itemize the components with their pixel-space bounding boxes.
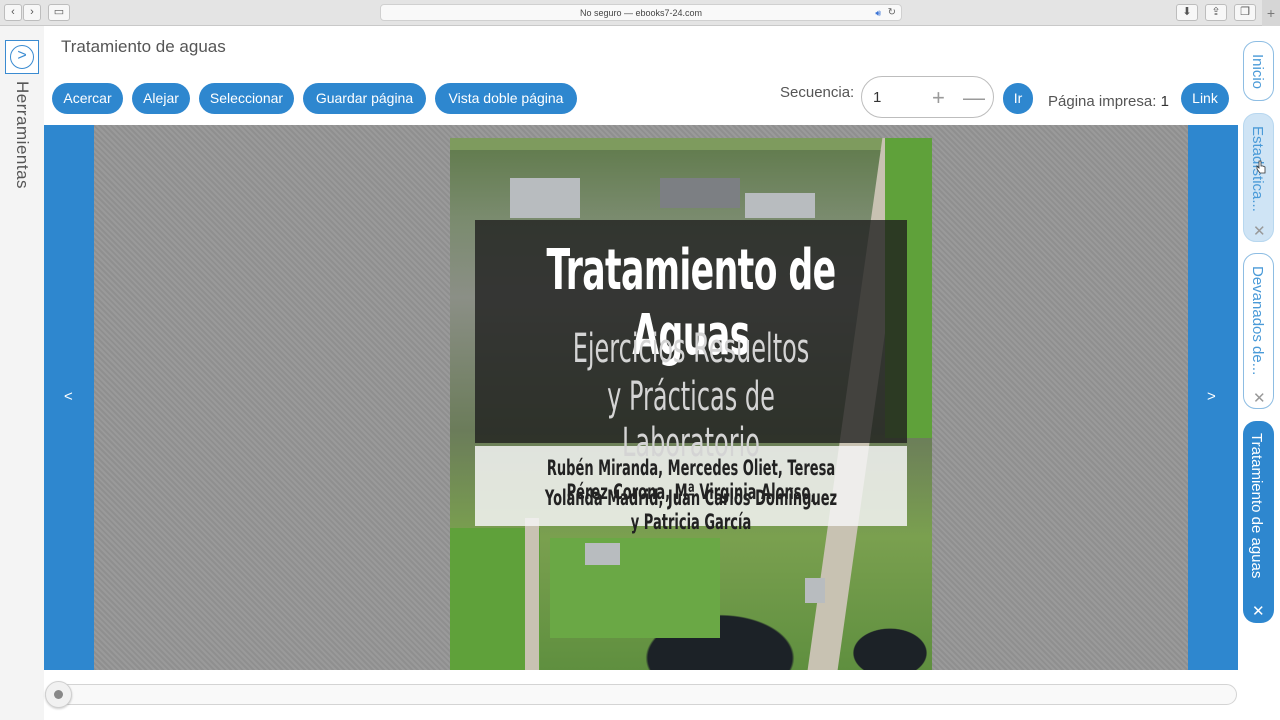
close-icon[interactable]: ✕ (1253, 222, 1266, 240)
chevron-left-icon[interactable]: ‹ (4, 4, 22, 21)
hand-cursor-icon (1256, 160, 1266, 174)
tab-label: Inicio (1249, 54, 1266, 90)
printed-page-indicator: Página impresa: 1 (1048, 93, 1169, 110)
share-icon[interactable]: ⇪ (1205, 4, 1227, 21)
printed-page-value: 1 (1160, 93, 1169, 110)
cover-subtitle-1: Ejercicios Resueltos (572, 326, 810, 372)
tabs-icon[interactable]: ❐ (1234, 4, 1256, 21)
tools-label[interactable]: Herramientas (12, 81, 32, 189)
zoom-in-button[interactable]: Acercar (52, 83, 123, 114)
chevron-right-circle-icon: > (10, 45, 34, 69)
address-bar[interactable]: No seguro — ebooks7-24.com 🔊︎ ↻ (380, 4, 902, 21)
speaker-icon[interactable]: 🔊︎ (875, 5, 881, 21)
tools-panel: > Herramientas (0, 26, 44, 720)
page-stage: Tratamiento de Aguas Ejercicios Resuelto… (94, 125, 1188, 670)
go-button[interactable]: Ir (1003, 83, 1033, 114)
tools-toggle-button[interactable]: > (5, 40, 39, 74)
minus-icon[interactable]: — (963, 85, 985, 111)
previous-page-button[interactable]: < (64, 388, 73, 405)
page-slider-handle[interactable] (45, 681, 72, 708)
reload-icon[interactable]: ↻ (888, 5, 896, 21)
browser-toolbar: ‹ › ▭ No seguro — ebooks7-24.com 🔊︎ ↻ ⬇ … (0, 0, 1280, 26)
close-icon[interactable]: ✕ (1252, 602, 1265, 620)
slider-dot-icon (54, 690, 63, 699)
cover-authors-line-2: Yolanda Madrid, Juan Carlos Domínguez y … (544, 486, 838, 534)
printed-page-label: Página impresa: (1048, 93, 1157, 110)
close-icon[interactable]: ✕ (1253, 389, 1266, 407)
zoom-out-button[interactable]: Alejar (132, 83, 190, 114)
page-title: Tratamiento de aguas (61, 37, 226, 56)
new-tab-button[interactable]: + (1262, 0, 1280, 26)
sequence-stepper[interactable]: 1 + — (861, 76, 994, 118)
tab-label: Devanados de... (1249, 266, 1266, 376)
tab-inicio[interactable]: Inicio (1243, 41, 1274, 101)
tab-devanados[interactable]: Devanados de... ✕ (1243, 253, 1274, 409)
link-button[interactable]: Link (1181, 83, 1229, 114)
page-viewer: < Tratamiento de Aguas Ejercicios Resuel… (44, 125, 1238, 670)
download-icon[interactable]: ⬇ (1176, 4, 1198, 21)
sequence-input[interactable]: 1 (873, 89, 881, 106)
tab-label: Tratamiento de aguas (1248, 433, 1265, 579)
sidebar-icon[interactable]: ▭ (48, 4, 70, 21)
next-page-button[interactable]: > (1207, 388, 1216, 405)
cover-subtitle-2: y Prácticas de Laboratorio (607, 374, 775, 466)
save-page-button[interactable]: Guardar página (303, 83, 426, 114)
tab-tratamiento-de-aguas[interactable]: Tratamiento de aguas ✕ (1243, 421, 1274, 623)
plus-icon[interactable]: + (932, 85, 945, 111)
tab-estadistica[interactable]: Estadística... ✕ (1243, 113, 1274, 242)
chevron-right-icon[interactable]: › (23, 4, 41, 21)
url-text: No seguro — ebooks7-24.com (579, 8, 703, 18)
sequence-label: Secuencia: (780, 84, 855, 101)
double-page-view-button[interactable]: Vista doble página (435, 83, 577, 114)
select-button[interactable]: Seleccionar (199, 83, 294, 114)
page-slider-track[interactable] (45, 684, 1237, 705)
book-cover: Tratamiento de Aguas Ejercicios Resuelto… (450, 138, 932, 670)
